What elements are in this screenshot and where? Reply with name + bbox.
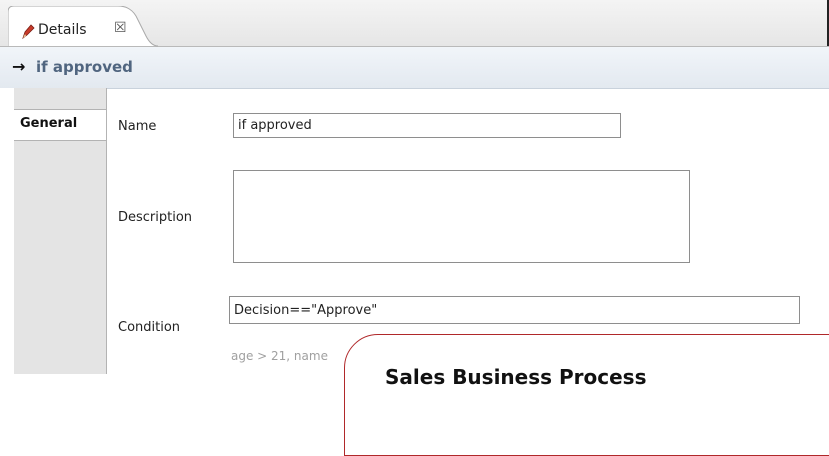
editor-tab-strip: Details ☒ [0, 0, 829, 47]
tab-details-label: Details [38, 22, 87, 38]
overlay-title: Sales Business Process [385, 365, 647, 389]
close-icon[interactable]: ☒ [114, 20, 127, 36]
pencil-icon [22, 24, 35, 40]
name-field[interactable] [233, 113, 621, 138]
arrow-icon: → [12, 57, 26, 76]
description-label: Description [118, 210, 193, 225]
description-field[interactable] [233, 170, 690, 263]
tab-general[interactable]: General [14, 109, 106, 141]
overlay-callout: Sales Business Process [344, 334, 829, 456]
condition-hint: age > 21, name [231, 349, 328, 363]
page-title: if approved [36, 58, 133, 76]
left-margin [0, 88, 14, 374]
tab-details[interactable]: Details ☒ [8, 6, 158, 47]
name-label: Name [118, 119, 157, 134]
condition-label: Condition [118, 320, 181, 335]
properties-title-bar: → if approved [0, 47, 829, 89]
condition-field[interactable] [229, 296, 800, 324]
tab-general-label: General [20, 116, 78, 131]
